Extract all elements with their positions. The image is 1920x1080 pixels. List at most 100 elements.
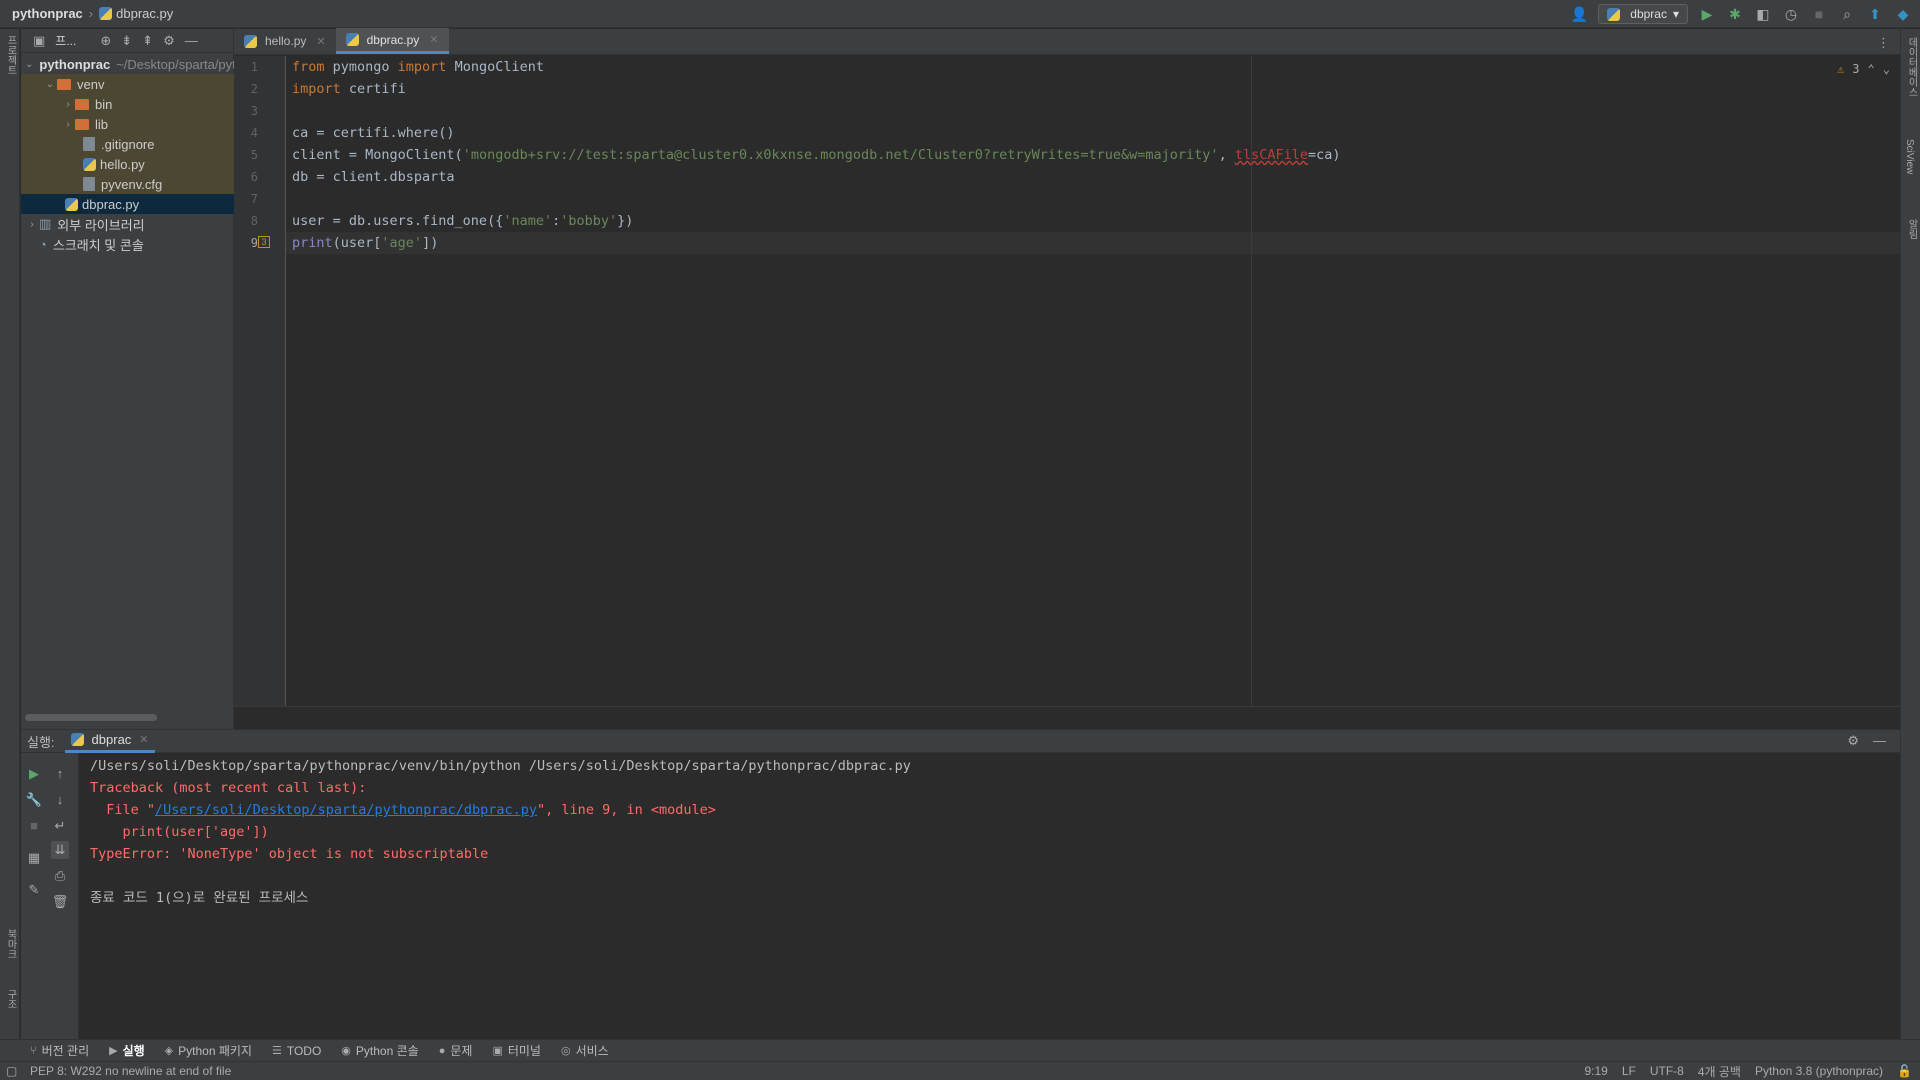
chevron-down-icon: ▾ (1672, 7, 1679, 21)
user-icon[interactable]: 👤 (1570, 5, 1588, 23)
trash-icon[interactable]: 🗑 (51, 893, 69, 911)
tree-item-pythonprac[interactable]: ⌄ pythonprac ~/Desktop/sparta/pythonprac (21, 54, 234, 74)
tool-tab-terminal[interactable]: ▣ 터미널 (492, 1042, 541, 1059)
gear-icon[interactable]: ⚙ (1847, 733, 1859, 749)
minimize-icon[interactable]: — (185, 33, 198, 48)
search-icon[interactable]: ⌕ (1838, 5, 1856, 23)
tab-dbprac[interactable]: dbprac.py ✕ (335, 28, 449, 54)
profile-icon[interactable]: ◷ (1782, 5, 1800, 23)
line-separator[interactable]: LF (1622, 1064, 1636, 1078)
debug-icon[interactable]: ✱ (1726, 5, 1744, 23)
terminal-icon: ▣ (492, 1045, 503, 1057)
tab-hello[interactable]: hello.py ✕ (234, 28, 336, 54)
tree-item-bin[interactable]: › bin (21, 94, 234, 114)
indent-setting[interactable]: 4개 공백 (1698, 1063, 1741, 1080)
tool-tab-python-console[interactable]: ◉ Python 콘솔 (341, 1042, 418, 1059)
tree-item-dbprac[interactable]: dbprac.py (21, 194, 234, 214)
tree-item-label: pyvenv.cfg (101, 176, 163, 192)
run-tab-dbprac[interactable]: dbprac ✕ (64, 729, 155, 753)
tool-tab-run[interactable]: ▶ 실행 (109, 1042, 145, 1059)
tree-item-lib[interactable]: › lib (21, 114, 234, 134)
tool-tab-python-packages[interactable]: ◈ Python 패키지 (165, 1042, 252, 1059)
soft-wrap-icon[interactable]: ↵ (51, 817, 69, 835)
code-line-5: client = MongoClient('mongodb+srv://test… (292, 147, 1341, 163)
folder-icon (57, 78, 71, 90)
database-tool-button[interactable]: 데이터베이스 (1904, 37, 1919, 97)
traceback-file-link[interactable]: /Users/soli/Desktop/sparta/pythonprac/db… (155, 802, 537, 818)
close-icon[interactable]: ✕ (429, 33, 438, 46)
project-tool-button[interactable]: 프로젝트 (2, 35, 18, 75)
python-interpreter[interactable]: Python 3.8 (pythonprac) (1755, 1064, 1883, 1078)
code-line-8: user = db.users.find_one({'name':'bobby'… (292, 213, 634, 229)
chevron-down-icon[interactable]: ⌄ (1883, 62, 1890, 76)
print-icon[interactable]: ⎙ (51, 867, 69, 885)
close-icon[interactable]: ✕ (316, 35, 325, 48)
layout-icon[interactable]: ▦ (25, 849, 43, 867)
tree-item-venv[interactable]: ⌄ venv (21, 74, 234, 94)
stop-icon[interactable]: ■ (1810, 5, 1828, 23)
panel-toggle-icon[interactable]: ▢ (6, 1064, 17, 1078)
project-panel-header: ▣ 프... ⊕ ⇟ ⇞ ⚙ — (21, 29, 233, 53)
file-encoding[interactable]: UTF-8 (1650, 1064, 1684, 1078)
editor-horizontal-scrollbar[interactable] (234, 706, 1900, 728)
expand-all-icon[interactable]: ⇟ (121, 33, 132, 49)
tree-item-gitignore[interactable]: .gitignore (21, 134, 234, 154)
tree-item-external-libraries[interactable]: › ▥ 외부 라이브러리 (21, 214, 234, 234)
code-line-1: from pymongo import MongoClient (292, 59, 544, 75)
tool-tab-services[interactable]: ◎ 서비스 (561, 1042, 609, 1059)
run-panel-label: 실행: (27, 734, 55, 750)
chevron-right-icon: › (66, 118, 70, 130)
breadcrumb-file[interactable]: dbprac.py (116, 6, 173, 21)
bookmarks-tool-button[interactable]: 북마크 (2, 929, 18, 959)
wrench-icon[interactable]: 🔧 (25, 791, 43, 809)
tool-tab-vcs[interactable]: ⑂ 버전 관리 (30, 1042, 89, 1059)
tool-tab-todo[interactable]: ☰ TODO (272, 1044, 321, 1058)
bookmark-icon[interactable]: 3 (258, 236, 270, 248)
coverage-icon[interactable]: ◧ (1754, 5, 1772, 23)
project-panel: ▣ 프... ⊕ ⇟ ⇞ ⚙ — ⌄ pythonprac ~/Desktop/… (21, 29, 234, 729)
tree-item-scratches[interactable]: ◔ 스크래치 및 콘솔 (21, 234, 234, 254)
run-console[interactable]: /Users/soli/Desktop/sparta/pythonprac/ve… (80, 753, 1900, 1039)
run-config-selector[interactable]: dbprac ▾ (1598, 4, 1688, 24)
line-number: 3 (250, 104, 258, 118)
project-panel-title[interactable]: 프... (55, 32, 76, 49)
code-line-6: db = client.dbsparta (292, 169, 455, 185)
caret-position[interactable]: 9:19 (1584, 1064, 1607, 1078)
collapse-all-icon[interactable]: ⇞ (142, 33, 153, 49)
tree-item-label: dbprac.py (82, 196, 140, 212)
lock-icon[interactable]: 🔓 (1897, 1064, 1912, 1078)
breadcrumb-project[interactable]: pythonprac (12, 6, 83, 21)
line-number: 9 (250, 236, 258, 250)
tree-item-hello[interactable]: hello.py (21, 154, 234, 174)
notifications-tool-button[interactable]: 알림 (1904, 219, 1919, 239)
sciview-tool-button[interactable]: SciView (1904, 139, 1915, 174)
code-editor[interactable]: from pymongo import MongoClient import c… (286, 56, 1900, 706)
inspection-widget[interactable]: ⚠ 3 ⌃ ⌄ (1837, 62, 1890, 76)
horizontal-scrollbar[interactable] (25, 714, 157, 721)
update-icon[interactable]: ⬆ (1866, 5, 1884, 23)
rerun-icon[interactable]: ▶ (25, 765, 43, 783)
arrow-down-icon[interactable]: ↓ (51, 791, 69, 809)
more-options-icon[interactable]: ⋮ (1877, 35, 1890, 51)
chevron-up-icon[interactable]: ⌃ (1868, 62, 1875, 76)
locate-icon[interactable]: ⊕ (100, 33, 111, 49)
arrow-up-icon[interactable]: ↑ (51, 765, 69, 783)
gear-icon[interactable]: ⚙ (163, 33, 175, 49)
python-file-icon (244, 34, 257, 48)
python-file-icon (65, 197, 78, 211)
minimize-icon[interactable]: — (1873, 733, 1886, 749)
project-view-icon[interactable]: ▣ (33, 33, 45, 49)
left-tool-strip: 프로젝트 북마크 구조 (0, 29, 20, 1045)
run-icon[interactable]: ▶ (1698, 5, 1716, 23)
tool-tab-problems[interactable]: ● 문제 (439, 1042, 473, 1059)
close-icon[interactable]: ✕ (139, 733, 148, 746)
structure-tool-button[interactable]: 구조 (2, 989, 18, 1009)
tree-item-pyvenv[interactable]: pyvenv.cfg (21, 174, 234, 194)
toolbar-right: 👤 dbprac ▾ ▶ ✱ ◧ ◷ ■ ⌕ ⬆ ◆ (1570, 0, 1920, 28)
scroll-to-end-icon[interactable]: ⇊ (51, 841, 69, 859)
list-icon: ☰ (271, 1045, 282, 1057)
ide-logo-icon[interactable]: ◆ (1894, 5, 1912, 23)
stop-icon[interactable]: ■ (25, 817, 43, 835)
pin-icon[interactable]: ✎ (25, 881, 43, 899)
status-right: 9:19 LF UTF-8 4개 공백 Python 3.8 (pythonpr… (1584, 1063, 1912, 1080)
